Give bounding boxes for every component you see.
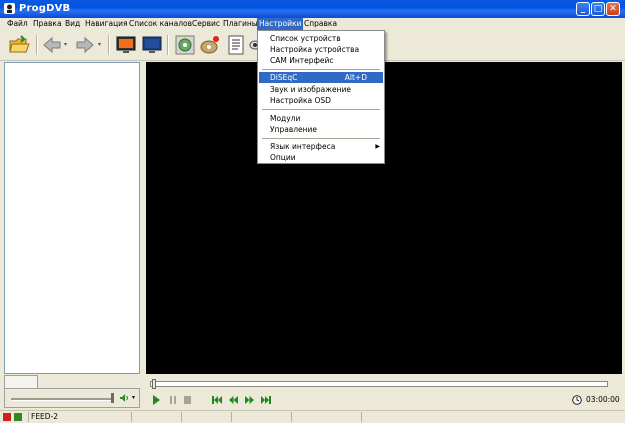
menu-separator <box>262 69 380 70</box>
signal-green-icon <box>14 413 22 421</box>
play-icon[interactable] <box>152 395 161 405</box>
window-title: ProgDVB <box>19 3 71 14</box>
menu-service[interactable]: Сервис <box>190 18 222 30</box>
status-divider <box>360 412 362 422</box>
seek-handle[interactable] <box>152 379 156 389</box>
menu-item-osd-setup[interactable]: Настройка OSD <box>259 95 383 106</box>
menu-item-options[interactable]: Опции <box>259 152 383 163</box>
menu-item-interface-language[interactable]: Язык интерфеса ▶ <box>259 141 383 152</box>
status-divider <box>290 412 292 422</box>
seek-bar[interactable] <box>150 381 608 387</box>
fast-forward-icon[interactable] <box>245 396 254 404</box>
status-divider <box>130 412 132 422</box>
progdvb-window: ProgDVB _ □ ✕ Файл Правка Вид Навигация … <box>0 0 625 423</box>
menu-separator <box>262 109 380 110</box>
pause-icon[interactable] <box>169 395 177 405</box>
clock-icon <box>572 395 582 405</box>
menu-view[interactable]: Вид <box>63 18 82 30</box>
skip-end-icon[interactable] <box>261 396 271 404</box>
minimize-button[interactable]: _ <box>576 2 590 16</box>
close-button[interactable]: ✕ <box>606 2 620 16</box>
menu-plugins[interactable]: Плагины <box>221 18 260 30</box>
menu-item-modules[interactable]: Модули <box>259 113 383 124</box>
menu-channel-list[interactable]: Список каналов <box>127 18 194 30</box>
title-bar[interactable]: ProgDVB _ □ ✕ <box>0 0 625 18</box>
status-bar: FEED-2 <box>0 410 625 423</box>
menu-item-device-setup[interactable]: Настройка устройства <box>259 44 383 55</box>
skip-start-icon[interactable] <box>212 396 222 404</box>
signal-red-icon <box>3 413 11 421</box>
menu-bar: Файл Правка Вид Навигация Список каналов… <box>0 18 625 30</box>
speaker-icon[interactable] <box>119 393 129 403</box>
app-icon <box>4 3 15 14</box>
forward-dropdown-icon[interactable]: ▾ <box>98 34 104 56</box>
toolbar-separator <box>108 35 110 55</box>
record-settings-icon[interactable] <box>174 34 196 56</box>
menu-edit[interactable]: Правка <box>31 18 64 30</box>
menu-item-sound-video[interactable]: Звук и изображение <box>259 84 383 95</box>
status-channel: FEED-2 <box>31 412 59 421</box>
rewind-icon[interactable] <box>229 396 238 404</box>
channel-list-panel[interactable] <box>4 62 140 374</box>
submenu-arrow-icon: ▶ <box>375 143 380 150</box>
status-divider <box>180 412 182 422</box>
menu-settings[interactable]: Настройки <box>257 18 304 30</box>
epg-list-icon[interactable] <box>225 34 247 56</box>
volume-panel: ▾ <box>4 388 140 408</box>
settings-dropdown-menu: Список устройств Настройка устройства CA… <box>257 30 385 164</box>
volume-slider-knob[interactable] <box>111 393 114 403</box>
shortcut-diseqc: Alt+D <box>344 73 367 82</box>
toolbar-separator <box>167 35 169 55</box>
channel-tab[interactable] <box>4 375 38 388</box>
volume-slider-track[interactable] <box>11 398 111 401</box>
forward-arrow-icon[interactable] <box>74 34 96 56</box>
maximize-button[interactable]: □ <box>591 2 605 16</box>
playback-controls: 03:00:00 <box>146 375 622 408</box>
menu-item-diseqc[interactable]: DiSEqC Alt+D <box>259 72 383 83</box>
record-disc-icon[interactable] <box>199 34 221 56</box>
toolbar-separator <box>36 35 38 55</box>
volume-dropdown-icon[interactable]: ▾ <box>132 394 135 401</box>
status-divider <box>27 412 29 422</box>
menu-item-device-list[interactable]: Список устройств <box>259 33 383 44</box>
menu-separator <box>262 138 380 139</box>
menu-navigation[interactable]: Навигация <box>83 18 130 30</box>
playback-time: 03:00:00 <box>586 395 620 404</box>
status-divider <box>230 412 232 422</box>
tv-monitor-icon[interactable] <box>115 34 137 56</box>
eye-icon[interactable] <box>249 34 257 56</box>
back-dropdown-icon[interactable]: ▾ <box>64 34 70 56</box>
menu-item-cam-interface[interactable]: CAM Интерфейс <box>259 55 383 66</box>
menu-help[interactable]: Справка <box>302 18 339 30</box>
stop-icon[interactable] <box>183 395 192 405</box>
tv-off-icon[interactable] <box>141 34 163 56</box>
menu-item-control[interactable]: Управление <box>259 124 383 135</box>
open-folder-icon[interactable] <box>8 34 30 56</box>
back-arrow-icon[interactable] <box>41 34 63 56</box>
menu-file[interactable]: Файл <box>5 18 30 30</box>
